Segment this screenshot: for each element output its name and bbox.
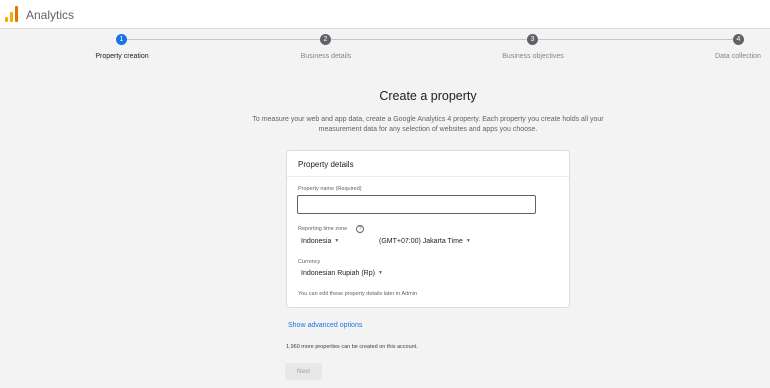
step-2-indicator: 2 — [320, 34, 331, 45]
country-value: Indonesia — [301, 238, 332, 245]
property-name-label: Property name (Required) — [298, 186, 362, 192]
step-1-label: Property creation — [95, 53, 149, 60]
progress-stepper: 1 2 3 4 Property creation Business detai… — [0, 33, 770, 63]
help-circle-icon[interactable]: ? — [356, 225, 364, 233]
step-3-label: Business objectives — [502, 53, 564, 60]
property-quota-text: 1,960 more properties can be created on … — [286, 344, 418, 350]
top-bar: Analytics — [0, 0, 770, 29]
page-title: Create a property — [379, 89, 477, 103]
dropdown-arrow-icon: ▼ — [334, 238, 340, 244]
app-title: Analytics — [26, 8, 75, 22]
analytics-logo-icon — [5, 6, 19, 22]
currency-select[interactable]: Indonesian Rupiah (Rp) ▼ — [301, 270, 383, 277]
card-header: Property details — [287, 151, 569, 177]
next-button[interactable]: Next — [285, 363, 322, 380]
step-4-indicator: 4 — [733, 34, 744, 45]
intro-text: To measure your web and app data, create… — [252, 116, 604, 133]
dropdown-arrow-icon: ▼ — [465, 238, 471, 244]
currency-value: Indonesian Rupiah (Rp) — [301, 270, 375, 277]
step-connector — [538, 39, 733, 40]
step-3-indicator: 3 — [527, 34, 538, 45]
step-connector — [127, 39, 320, 40]
edit-later-note: You can edit these property details late… — [298, 291, 418, 297]
card-title: Property details — [298, 160, 354, 169]
time-zone-label: Reporting time zone — [298, 226, 348, 232]
time-zone-select[interactable]: (GMT+07:00) Jakarta Time ▼ — [379, 238, 471, 245]
currency-label: Currency — [298, 259, 321, 265]
step-connector — [331, 39, 527, 40]
step-4-label: Data collection — [715, 53, 761, 60]
time-zone-value: (GMT+07:00) Jakarta Time — [379, 238, 463, 245]
dropdown-arrow-icon: ▼ — [377, 270, 383, 276]
property-name-input[interactable] — [297, 195, 536, 214]
country-select[interactable]: Indonesia ▼ — [301, 238, 339, 245]
show-advanced-options-link[interactable]: Show advanced options — [288, 322, 362, 329]
step-2-label: Business details — [300, 53, 352, 60]
property-details-card: Property details Property name (Required… — [286, 150, 570, 308]
step-1-indicator: 1 — [116, 34, 127, 45]
